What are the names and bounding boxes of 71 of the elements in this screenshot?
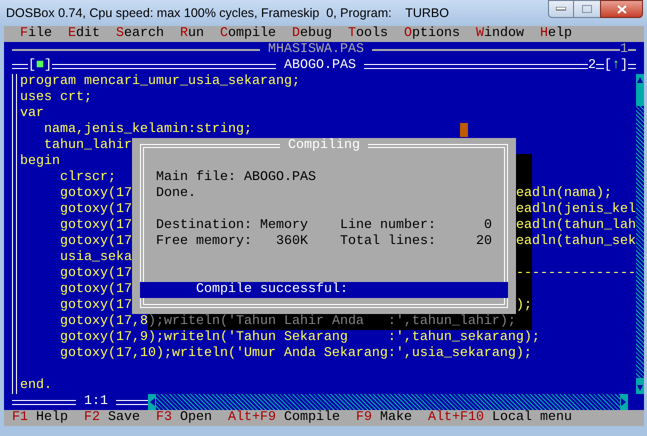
code-line: begin [20, 154, 60, 170]
menu-item[interactable]: Window [468, 26, 532, 42]
code-line: gotoxy(17 [58, 218, 132, 234]
scroll-thumb[interactable] [636, 90, 644, 106]
window-number: 1 [620, 42, 628, 58]
stat-label: Total lines: [340, 234, 436, 250]
menu-item[interactable]: Edit [60, 26, 108, 42]
shortcut-item[interactable]: Alt+F10 Local menu [420, 410, 580, 426]
status-text: Done. [156, 186, 196, 202]
stat-value: 360K [275, 234, 308, 250]
menu-item[interactable]: File [12, 26, 60, 42]
code-line: clrscr; [58, 170, 116, 186]
code-line: usia_seka [58, 250, 132, 266]
code-line: gotoxy(17,10);writeln('Umur Anda Sekarang:',usia_sekarang); [58, 346, 532, 362]
close-icon [616, 4, 626, 14]
stat-value: 0 [483, 218, 492, 234]
code-fragment: ); [516, 298, 533, 314]
code-line: gotoxy(17 [58, 266, 132, 282]
zoom-box[interactable]: [↑] [604, 58, 628, 74]
close-button[interactable] [600, 0, 643, 18]
shortcut-item[interactable]: F1 Help [4, 410, 76, 426]
shortcut-item[interactable]: F9 Make [348, 410, 420, 426]
code-line: gotoxy(17,9);writeln('Tahun Sekarang :',tahun_sekarang); [58, 330, 540, 346]
maximize-icon [582, 5, 592, 13]
code-line: nama,jenis_kelamin:string; [42, 122, 252, 138]
window-title: DOSBox 0.74, Cpu speed: max 100% cycles, Frameskip 0, Program: TURBO [6, 5, 449, 22]
code-line: gotoxy(17 [58, 202, 132, 218]
shortcut-item[interactable]: F3 Open [148, 410, 220, 426]
close-box[interactable]: [■] [28, 58, 52, 74]
minimize-icon [556, 7, 566, 11]
compile-message: Compile successful: [196, 282, 348, 298]
menu-item[interactable]: Compile [212, 26, 284, 42]
window-title: MHASISWA.PAS [267, 42, 365, 58]
minimize-button[interactable] [548, 0, 574, 18]
stat-label: Line number: [340, 218, 436, 234]
maximize-button[interactable] [574, 0, 600, 18]
scroll-right-icon[interactable] [620, 394, 628, 410]
main-file-text: Main file: ABOGO.PAS [156, 170, 316, 186]
vertical-scrollbar[interactable] [636, 74, 644, 394]
code-line: end. [20, 378, 52, 394]
menu-item[interactable]: Debug [284, 26, 340, 42]
stat-value: Memory [260, 218, 308, 234]
code-fragment: --------------- [516, 266, 636, 282]
code-line: gotoxy(17 [58, 298, 132, 314]
code-line: gotoxy(17 [58, 234, 132, 250]
stat-label: Destination: [156, 218, 253, 234]
code-line: program mencari_umur_usia_sekarang; [20, 74, 300, 90]
code-line: gotoxy(17 [58, 282, 132, 298]
cursor-position: 1:1 [83, 394, 109, 410]
scroll-left-icon[interactable] [148, 394, 156, 410]
cursor-block [460, 123, 468, 137]
code-line: tahun_lahir [42, 138, 132, 154]
dialog-title: Compiling [280, 138, 368, 154]
code-line: gotoxy(17 [58, 186, 132, 202]
horizontal-scrollbar[interactable] [148, 394, 628, 410]
menu-item[interactable]: Help [532, 26, 580, 42]
editor-title: ABOGO.PAS [283, 58, 357, 74]
window-number: 2 [588, 58, 596, 74]
scroll-up-icon[interactable] [636, 74, 644, 90]
stat-label: Free memory: [156, 234, 253, 250]
menu-item[interactable]: Options [396, 26, 468, 42]
code-line: var [20, 106, 44, 122]
stat-value: 20 [475, 234, 492, 250]
code-line: gotoxy(17,8);writeln('Tahun Lahir Anda :',tahun_lahir); [58, 314, 516, 330]
scroll-down-icon[interactable] [636, 378, 644, 394]
menu-item[interactable]: Search [108, 26, 172, 42]
menu-item[interactable]: Tools [340, 26, 396, 42]
shortcut-item[interactable]: F2 Save [76, 410, 148, 426]
shortcut-item[interactable]: Alt+F9 Compile [220, 410, 348, 426]
menu-item[interactable]: Run [172, 26, 212, 42]
code-line: uses crt; [20, 90, 92, 106]
